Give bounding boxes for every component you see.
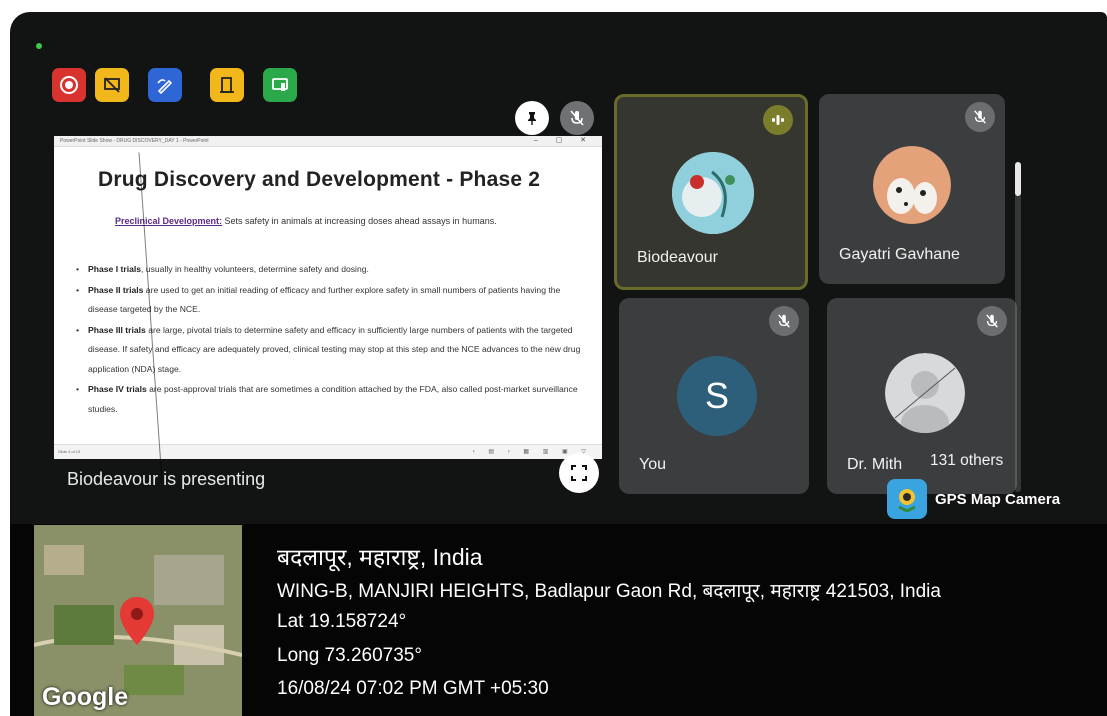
slide-title: Drug Discovery and Development - Phase 2 (98, 168, 541, 191)
slide-counter: Slide 4 of 13 (58, 449, 81, 454)
preclinical-line: Preclinical Development: Sets safety in … (115, 216, 497, 226)
location-city: बदलापूर, महाराष्ट्र, India (277, 544, 483, 570)
participant-name: Biodeavour (637, 249, 718, 266)
map-thumbnail: Google (34, 525, 242, 716)
location-datetime: 16/08/24 07:02 PM GMT +05:30 (277, 678, 549, 699)
location-latitude: Lat 19.158724° (277, 611, 407, 632)
whiteboard-icon[interactable] (148, 68, 182, 102)
participant-tile-you[interactable]: S You (619, 298, 809, 494)
camera-indicator (36, 43, 42, 49)
gps-app-name: GPS Map Camera (935, 490, 1061, 508)
tiles-scrollbar-thumb[interactable] (1015, 162, 1021, 196)
map-pin-icon (120, 597, 154, 645)
participant-tile-biodeavour[interactable]: Biodeavour (614, 94, 808, 290)
gps-camera-icon (887, 479, 927, 519)
cast-icon[interactable] (263, 68, 297, 102)
avatar-initial: S (677, 356, 757, 436)
breakout-icon[interactable] (210, 68, 244, 102)
map-provider-label: Google (42, 683, 129, 711)
no-slides-icon[interactable] (95, 68, 129, 102)
mic-off-icon[interactable] (560, 101, 594, 135)
location-address: WING-B, MANJIRI HEIGHTS, Badlapur Gaon R… (277, 581, 941, 602)
others-count[interactable]: 131 others (930, 452, 1003, 470)
preclinical-label: Preclinical Development: (115, 216, 223, 226)
slide-window-titlebar: PowerPoint Slide Show - DRUG DISCOVERY_D… (54, 136, 602, 147)
participant-name: Gayatri Gavhane (839, 246, 960, 263)
fullscreen-icon[interactable] (559, 453, 599, 493)
pin-icon[interactable] (515, 101, 549, 135)
bullet-item: • Phase IV trials are post-approval trial… (76, 384, 578, 414)
mic-off-icon (965, 102, 995, 132)
participant-tile-gayatri[interactable]: Gayatri Gavhane (819, 94, 1005, 284)
preclinical-text: Sets safety in animals at increasing dos… (222, 216, 497, 226)
mic-off-icon (769, 306, 799, 336)
slide-window-title: PowerPoint Slide Show - DRUG DISCOVERY_D… (60, 138, 209, 144)
avatar (885, 353, 965, 433)
presenting-label: Biodeavour is presenting (67, 469, 266, 489)
mic-off-icon (977, 306, 1007, 336)
participant-name: You (639, 456, 666, 473)
device-screen: PowerPoint Slide Show - DRUG DISCOVERY_D… (10, 12, 1107, 716)
record-icon[interactable] (52, 68, 86, 102)
gps-app-badge: GPS Map Camera (887, 479, 1060, 519)
tiles-scrollbar[interactable] (1015, 162, 1021, 492)
avatar (672, 152, 754, 234)
speaking-indicator-icon (763, 105, 793, 135)
location-longitude: Long 73.260735° (277, 645, 422, 666)
participant-name: Dr. Mith (847, 456, 903, 473)
shared-slide: PowerPoint Slide Show - DRUG DISCOVERY_D… (54, 136, 602, 459)
window-controls[interactable]: – ▢ ✕ (534, 136, 594, 146)
bullet-item: • Phase I trials, usually in healthy volu… (76, 264, 369, 274)
avatar (873, 146, 951, 224)
slide-status-bar: Slide 4 of 13 ‹ ▤ › ▦ ▥ ▣ ▽ (54, 444, 602, 459)
bullet-item: • Phase II trials are used to get an init… (76, 284, 561, 315)
